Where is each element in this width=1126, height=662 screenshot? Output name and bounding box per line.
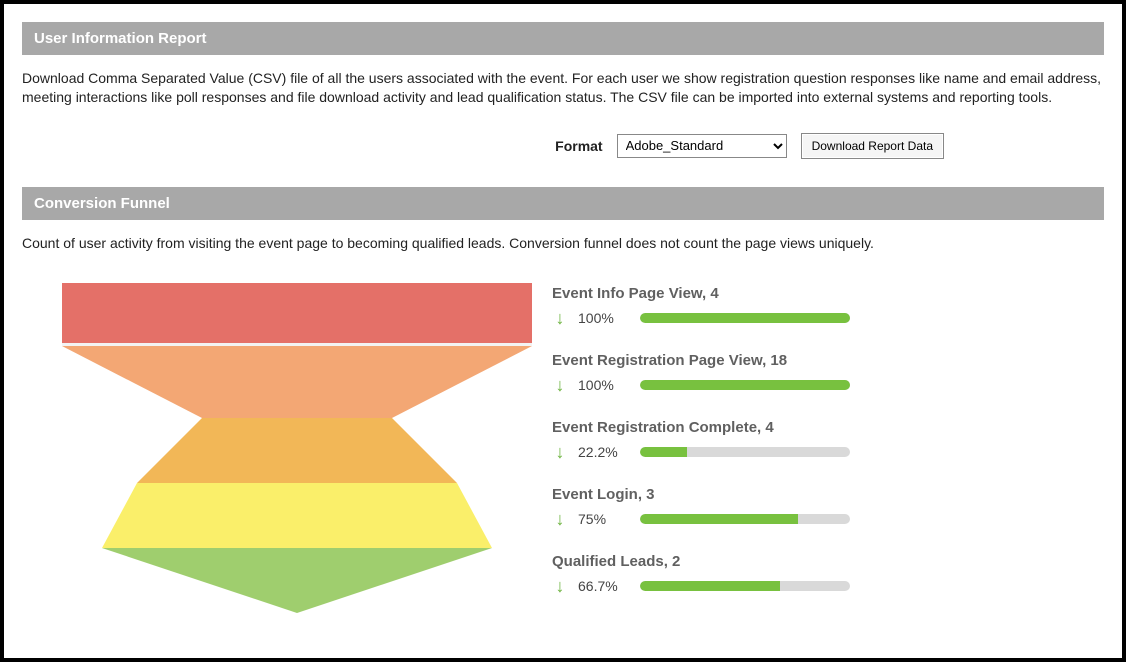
- user-info-description: Download Comma Separated Value (CSV) fil…: [22, 69, 1104, 107]
- funnel-stage-label: Event Info Page View, 4: [552, 285, 1064, 302]
- funnel-stage-label: Event Registration Page View, 18: [552, 352, 1064, 369]
- funnel-stage-percent: 100%: [578, 377, 630, 393]
- funnel-stage-row: ↓ 22.2%: [552, 442, 1064, 463]
- progress-bar-track: [640, 380, 850, 390]
- funnel-stage-row: ↓ 100%: [552, 308, 1064, 329]
- progress-bar-fill: [640, 313, 850, 323]
- funnel-stage: Event Registration Complete, 4 ↓ 22.2%: [552, 419, 1064, 463]
- funnel-chart: [62, 279, 532, 620]
- funnel-stage-label: Event Registration Complete, 4: [552, 419, 1064, 436]
- funnel-stage: Event Registration Page View, 18 ↓ 100%: [552, 352, 1064, 396]
- funnel-stage-label: Event Login, 3: [552, 486, 1064, 503]
- funnel-stages-list: Event Info Page View, 4↓100%Event Regist…: [552, 279, 1064, 620]
- funnel-stage: Event Login, 3 ↓ 75%: [552, 486, 1064, 530]
- progress-bar-fill: [640, 447, 687, 457]
- format-row: Format Adobe_Standard Download Report Da…: [22, 133, 1104, 159]
- arrow-down-icon: ↓: [552, 509, 568, 530]
- progress-bar-fill: [640, 581, 780, 591]
- progress-bar-fill: [640, 380, 850, 390]
- progress-bar-track: [640, 514, 850, 524]
- format-label: Format: [555, 138, 602, 154]
- arrow-down-icon: ↓: [552, 442, 568, 463]
- funnel-stage: Event Info Page View, 4 ↓ 100%: [552, 285, 1064, 329]
- funnel-stage-row: ↓ 66.7%: [552, 576, 1064, 597]
- arrow-down-icon: ↓: [552, 576, 568, 597]
- conversion-funnel-description: Count of user activity from visiting the…: [22, 234, 1104, 253]
- format-select[interactable]: Adobe_Standard: [617, 134, 787, 158]
- funnel-stage-percent: 22.2%: [578, 444, 630, 460]
- funnel-stage: Qualified Leads, 2 ↓ 66.7%: [552, 553, 1064, 597]
- funnel-stage-percent: 100%: [578, 310, 630, 326]
- conversion-funnel-header: Conversion Funnel: [22, 187, 1104, 220]
- progress-bar-fill: [640, 514, 798, 524]
- user-info-header: User Information Report: [22, 22, 1104, 55]
- arrow-down-icon: ↓: [552, 375, 568, 396]
- progress-bar-track: [640, 581, 850, 591]
- funnel-stage-label: Qualified Leads, 2: [552, 553, 1064, 570]
- funnel-stage-percent: 66.7%: [578, 578, 630, 594]
- progress-bar-track: [640, 313, 850, 323]
- funnel-area: Event Info Page View, 4↓100%Event Regist…: [22, 279, 1104, 620]
- funnel-stage-percent: 75%: [578, 511, 630, 527]
- funnel-stage-row: ↓ 75%: [552, 509, 1064, 530]
- funnel-stage-row: ↓ 100%: [552, 375, 1064, 396]
- arrow-down-icon: ↓: [552, 308, 568, 329]
- download-report-button[interactable]: Download Report Data: [801, 133, 944, 159]
- progress-bar-track: [640, 447, 850, 457]
